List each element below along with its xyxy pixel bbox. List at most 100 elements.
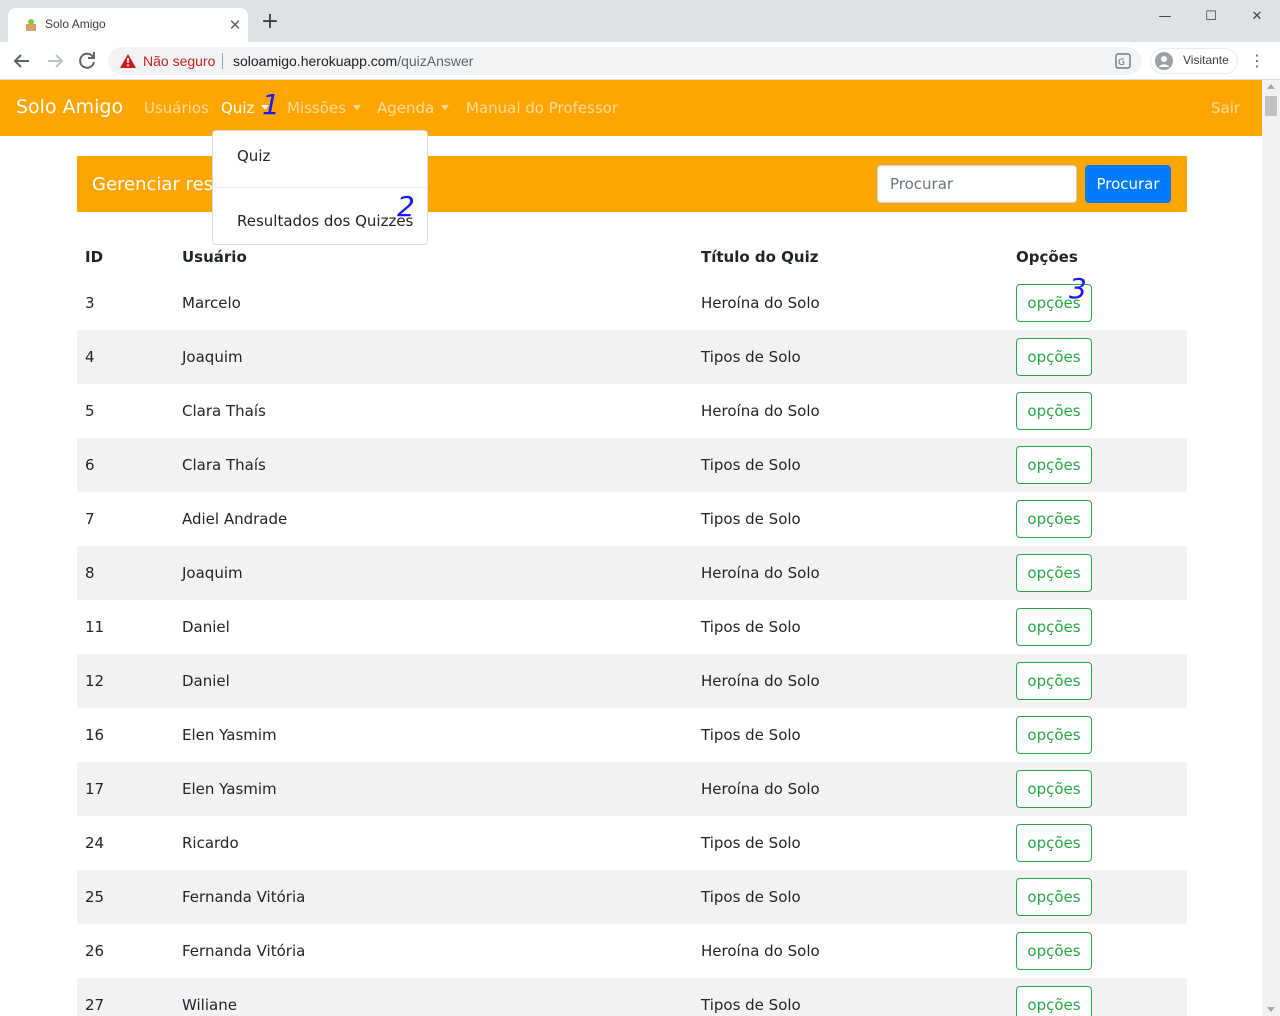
cell-id: 11 — [85, 618, 105, 636]
app-navbar: Solo Amigo Usuários Quiz Missões Agenda … — [0, 80, 1262, 136]
cell-quiz-title: Heroína do Solo — [701, 780, 820, 798]
options-button[interactable]: opções — [1016, 338, 1092, 376]
dropdown-divider — [213, 187, 427, 188]
cell-id: 3 — [85, 294, 95, 312]
nav-quiz-label: Quiz — [221, 99, 255, 117]
cell-id: 7 — [85, 510, 95, 528]
cell-id: 24 — [85, 834, 105, 852]
table-row: 5 Clara Thaís Heroína do Solo opções — [77, 384, 1187, 438]
browser-tab-bar: Solo Amigo ✕ + — ☐ ✕ — [0, 0, 1280, 42]
options-button[interactable]: opções — [1016, 662, 1092, 700]
search-input[interactable] — [877, 165, 1077, 203]
address-bar[interactable]: Não seguro soloamigo.herokuapp.com/quizA… — [108, 47, 1142, 75]
dropdown-item-quiz[interactable]: Quiz — [213, 147, 427, 165]
scrollbar-thumb[interactable] — [1265, 96, 1277, 116]
options-button[interactable]: opções — [1016, 932, 1092, 970]
cell-user: Fernanda Vitória — [182, 888, 306, 906]
not-secure-label[interactable]: Não seguro — [143, 53, 215, 69]
cell-user: Ricardo — [182, 834, 239, 852]
cell-quiz-title: Tipos de Solo — [701, 834, 801, 852]
scroll-up-icon[interactable] — [1267, 84, 1275, 89]
page-scrollbar[interactable] — [1262, 80, 1280, 1016]
options-button[interactable]: opções — [1016, 878, 1092, 916]
cell-quiz-title: Heroína do Solo — [701, 942, 820, 960]
brand-logo[interactable]: Solo Amigo — [16, 96, 123, 118]
nav-agenda[interactable]: Agenda — [377, 99, 450, 117]
logout-link[interactable]: Sair — [1211, 99, 1240, 117]
close-tab-icon[interactable]: ✕ — [226, 16, 244, 34]
table-row: 8 Joaquim Heroína do Solo opções — [77, 546, 1187, 600]
table-row: 16 Elen Yasmim Tipos de Solo opções — [77, 708, 1187, 762]
new-tab-button[interactable]: + — [258, 11, 282, 35]
cell-quiz-title: Tipos de Solo — [701, 888, 801, 906]
table-row: 7 Adiel Andrade Tipos de Solo opções — [77, 492, 1187, 546]
options-button[interactable]: opções — [1016, 608, 1092, 646]
cell-user: Joaquim — [182, 348, 243, 366]
cell-quiz-title: Tipos de Solo — [701, 348, 801, 366]
warning-icon — [120, 54, 136, 68]
cell-quiz-title: Tipos de Solo — [701, 726, 801, 744]
options-button[interactable]: opções — [1016, 500, 1092, 538]
cell-quiz-title: Tipos de Solo — [701, 996, 801, 1014]
back-icon[interactable] — [10, 49, 34, 73]
table-row: 6 Clara Thaís Tipos de Solo opções — [77, 438, 1187, 492]
chevron-down-icon — [352, 105, 361, 110]
cell-quiz-title: Heroína do Solo — [701, 402, 820, 420]
table-row: 25 Fernanda Vitória Tipos de Solo opções — [77, 870, 1187, 924]
forward-icon[interactable] — [43, 49, 67, 73]
cell-quiz-title: Heroína do Solo — [701, 294, 820, 312]
svg-text:G: G — [1118, 58, 1125, 68]
profile-label: Visitante — [1183, 53, 1229, 67]
profile-button[interactable]: Visitante — [1150, 48, 1238, 74]
tab-title: Solo Amigo — [45, 17, 106, 31]
table-row: 11 Daniel Tipos de Solo opções — [77, 600, 1187, 654]
dropdown-item-quiz-results[interactable]: Resultados dos Quizzes — [213, 212, 427, 230]
reload-icon[interactable] — [75, 49, 99, 73]
annotation-3: 3 — [1069, 272, 1087, 305]
url-text[interactable]: soloamigo.herokuapp.com/quizAnswer — [233, 53, 473, 69]
options-button[interactable]: opções — [1016, 824, 1092, 862]
url-path: /quizAnswer — [397, 53, 474, 69]
cell-user: Wiliane — [182, 996, 237, 1014]
cell-id: 6 — [85, 456, 95, 474]
minimize-icon[interactable]: — — [1142, 6, 1188, 28]
browser-menu-icon[interactable]: ⋮ — [1249, 51, 1265, 71]
search-button[interactable]: Procurar — [1085, 165, 1171, 203]
nav-missions[interactable]: Missões — [287, 99, 361, 117]
cell-id: 27 — [85, 996, 105, 1014]
column-header-id: ID — [85, 248, 104, 266]
cell-quiz-title: Heroína do Solo — [701, 564, 820, 582]
quiz-dropdown-menu: Quiz Resultados dos Quizzes — [212, 130, 428, 245]
cell-user: Clara Thaís — [182, 402, 266, 420]
table-row: 24 Ricardo Tipos de Solo opções — [77, 816, 1187, 870]
close-window-icon[interactable]: ✕ — [1234, 6, 1280, 28]
cell-quiz-title: Heroína do Solo — [701, 672, 820, 690]
cell-id: 5 — [85, 402, 95, 420]
cell-user: Elen Yasmim — [182, 726, 277, 744]
cell-user: Daniel — [182, 618, 230, 636]
cell-quiz-title: Tipos de Solo — [701, 456, 801, 474]
column-header-user: Usuário — [182, 248, 247, 266]
cell-id: 8 — [85, 564, 95, 582]
options-button[interactable]: opções — [1016, 770, 1092, 808]
translate-icon[interactable]: G — [1115, 53, 1131, 69]
options-button[interactable]: opções — [1016, 554, 1092, 592]
cell-id: 12 — [85, 672, 105, 690]
options-button[interactable]: opções — [1016, 716, 1092, 754]
cell-user: Adiel Andrade — [182, 510, 288, 528]
cell-id: 25 — [85, 888, 105, 906]
favicon-icon — [26, 19, 36, 31]
options-button[interactable]: opções — [1016, 446, 1092, 484]
scroll-down-icon[interactable] — [1267, 1007, 1275, 1012]
options-button[interactable]: opções — [1016, 392, 1092, 430]
browser-toolbar: Não seguro soloamigo.herokuapp.com/quizA… — [0, 42, 1280, 80]
cell-id: 4 — [85, 348, 95, 366]
nav-teacher-manual[interactable]: Manual do Professor — [466, 99, 618, 117]
cell-quiz-title: Tipos de Solo — [701, 510, 801, 528]
chevron-down-icon — [441, 105, 450, 110]
table-row: 4 Joaquim Tipos de Solo opções — [77, 330, 1187, 384]
browser-tab[interactable]: Solo Amigo ✕ — [8, 8, 248, 42]
maximize-icon[interactable]: ☐ — [1188, 6, 1234, 28]
options-button[interactable]: opções — [1016, 986, 1092, 1016]
nav-users[interactable]: Usuários — [144, 99, 209, 117]
